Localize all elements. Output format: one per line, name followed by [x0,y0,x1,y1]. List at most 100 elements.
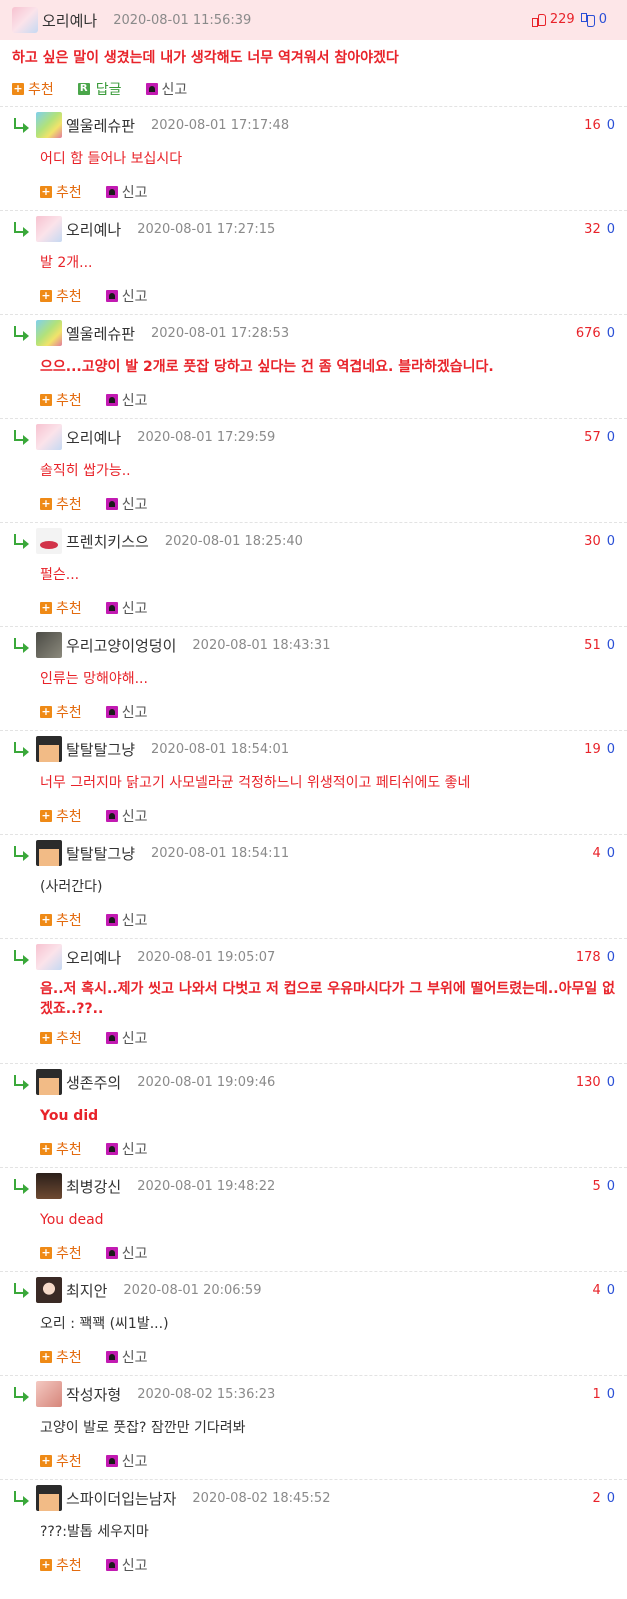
nickname[interactable]: 우리고양이엉덩이 [66,635,176,656]
avatar[interactable] [36,1277,62,1303]
nickname[interactable]: 오리예나 [66,427,121,448]
avatar[interactable] [36,1381,62,1407]
nickname[interactable]: 오리예나 [42,10,97,31]
recommend-button[interactable]: + 추천 [40,494,82,514]
reply-label: 답글 [95,82,122,98]
nickname[interactable]: 스파이더입는남자 [66,1488,176,1509]
report-button[interactable]: 신고 [105,1555,148,1575]
report-button[interactable]: 신고 [145,79,187,99]
upvote-count: 57 [584,430,601,445]
plus-icon: + [40,601,52,614]
recommend-button[interactable]: + 추천 [40,1555,82,1575]
recommend-button[interactable]: + 추천 [40,182,82,202]
report-button[interactable]: 신고 [105,286,148,306]
reply-arrow-icon [12,1387,32,1402]
recommend-button[interactable]: + 추천 [40,1139,82,1159]
reply-button[interactable]: R 답글 [77,79,122,99]
nickname[interactable]: 옐울레슈판 [66,115,135,136]
vote-counts: 32 0 [584,222,615,237]
comment-actions: + 추천 신고 [12,377,615,417]
nickname[interactable]: 최병강신 [66,1176,121,1197]
reply-comment: 작성자형 2020-08-02 15:36:23 10 고양이 발로 풋잡? 잠… [0,1375,627,1479]
recommend-button[interactable]: + 추천 [40,806,82,826]
recommend-button[interactable]: + 추천 [40,1451,82,1471]
report-button[interactable]: 신고 [105,1139,148,1159]
recommend-button[interactable]: + 추천 [40,598,82,618]
nickname[interactable]: 프렌치키스으 [66,531,149,552]
recommend-button[interactable]: + 추천 [40,286,82,306]
report-label: 신고 [121,1454,148,1470]
comment-header: 옐울레슈판 2020-08-01 17:17:48 16 0 [12,107,615,143]
recommend-button[interactable]: + 추천 [40,702,82,722]
recommend-label: 추천 [56,809,82,825]
avatar[interactable] [36,528,62,554]
recommend-button[interactable]: + 추천 [40,390,82,410]
report-button[interactable]: 신고 [105,390,148,410]
thumbs-down-icon[interactable] [580,12,595,27]
downvote-count: 0 [606,1179,615,1194]
avatar[interactable] [36,1485,62,1511]
report-button[interactable]: 신고 [105,494,148,514]
thumbs-up-icon[interactable] [531,13,546,27]
report-button[interactable]: 신고 [105,1243,148,1263]
comment-body: 너무 그러지마 닭고기 사모넬라균 걱정하느니 위생적이고 페티쉬에도 좋네 [40,775,471,791]
downvote-count: 0 [606,118,615,133]
comment-header: 오리예나 2020-08-01 17:29:59 57 0 [12,419,615,455]
plus-icon: + [40,497,52,510]
report-button[interactable]: 신고 [105,598,148,618]
avatar[interactable] [36,736,62,762]
reply-arrow-icon [12,950,32,965]
recommend-button[interactable]: + 추천 [40,910,82,930]
recommend-button[interactable]: + 추천 [40,1347,82,1367]
comment-actions: + 추천 신고 [12,1126,615,1166]
vote-counts: 20 [592,1491,615,1506]
nickname[interactable]: 옐울레슈판 [66,323,135,344]
nickname[interactable]: 탈탈탈그냥 [66,739,135,760]
nickname[interactable]: 생존주의 [66,1072,121,1093]
avatar[interactable] [36,1069,62,1095]
nickname[interactable]: 작성자형 [66,1384,121,1405]
avatar[interactable] [36,216,62,242]
comment-header: 작성자형 2020-08-02 15:36:23 10 [12,1376,615,1412]
report-button[interactable]: 신고 [105,1451,148,1471]
downvote-count: 0 [606,950,615,965]
avatar[interactable] [36,424,62,450]
nickname[interactable]: 오리예나 [66,947,121,968]
report-icon [105,290,118,302]
report-button[interactable]: 신고 [105,702,148,722]
avatar[interactable] [36,1173,62,1199]
avatar[interactable] [36,320,62,346]
reply-comment: 스파이더입는남자 2020-08-02 18:45:52 20 ???:발톱 세… [0,1479,627,1583]
comment-body: (사러간다) [40,879,103,895]
comment-header: 프렌치키스으 2020-08-01 18:25:40 30 0 [12,523,615,559]
report-button[interactable]: 신고 [105,806,148,826]
plus-icon: + [40,289,52,302]
recommend-button[interactable]: + 추천 [40,1243,82,1263]
report-button[interactable]: 신고 [105,910,148,930]
recommend-label: 추천 [56,185,82,201]
nickname[interactable]: 오리예나 [66,219,121,240]
recommend-button[interactable]: + 추천 [12,79,54,99]
downvote-count: 0 [606,534,615,549]
report-button[interactable]: 신고 [105,1347,148,1367]
upvote-count: 5 [592,1179,601,1194]
avatar[interactable] [12,7,38,33]
recommend-button[interactable]: + 추천 [40,1028,82,1048]
report-button[interactable]: 신고 [105,1028,148,1048]
comment-body: 오리 : 꽥꽥 (씨1발...) [40,1316,169,1332]
avatar[interactable] [36,944,62,970]
report-icon [105,706,118,718]
reply-arrow-icon [12,430,32,445]
nickname[interactable]: 최지안 [66,1280,107,1301]
downvote-count: 0 [606,326,615,341]
nickname[interactable]: 탈탈탈그냥 [66,843,135,864]
comment-actions: + 추천 신고 [12,1019,615,1055]
vote-counts: 229 0 [531,12,607,27]
avatar[interactable] [36,112,62,138]
avatar[interactable] [36,632,62,658]
report-button[interactable]: 신고 [105,182,148,202]
avatar[interactable] [36,840,62,866]
vote-counts: 30 0 [584,534,615,549]
report-icon [105,1143,118,1155]
comment-date: 2020-08-02 18:45:52 [192,1490,331,1506]
